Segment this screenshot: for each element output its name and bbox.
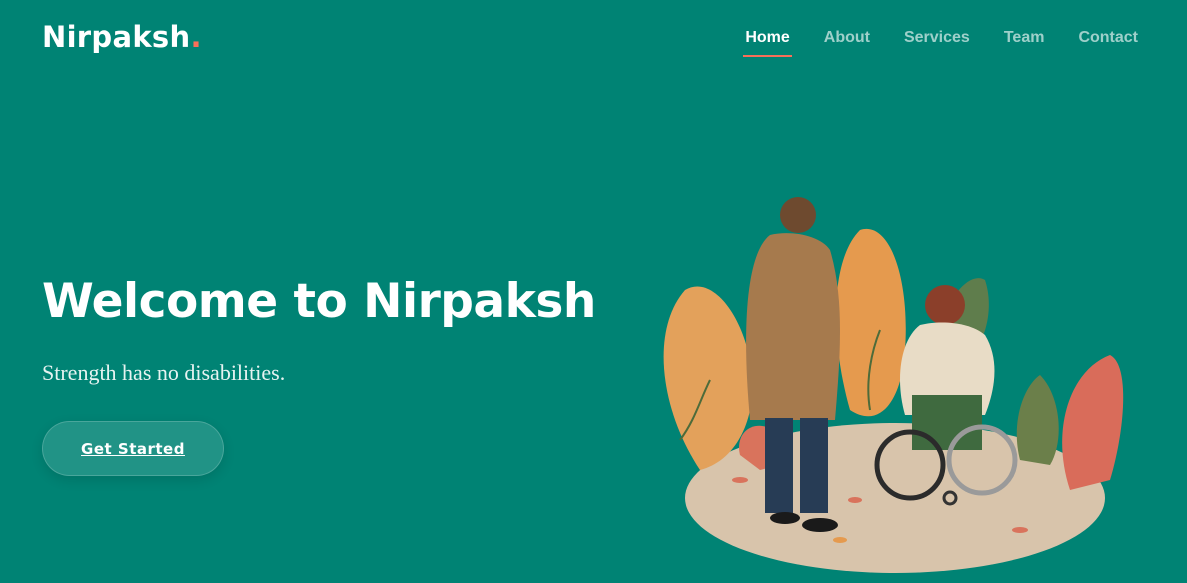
logo-dot: . bbox=[190, 20, 202, 54]
logo-text: Nirpaksh bbox=[42, 20, 191, 54]
fallen-leaf bbox=[732, 477, 748, 483]
red-leaf-right bbox=[1062, 355, 1124, 490]
get-started-button[interactable]: Get Started bbox=[42, 421, 224, 476]
fallen-leaf bbox=[833, 537, 847, 543]
fallen-leaf bbox=[848, 497, 862, 503]
nav-home[interactable]: Home bbox=[728, 28, 806, 57]
nav-about[interactable]: About bbox=[807, 28, 887, 48]
site-header: Nirpaksh. Home About Services Team Conta… bbox=[0, 0, 1187, 78]
man-shoe-right bbox=[802, 518, 838, 532]
orange-leaf-center bbox=[836, 228, 906, 417]
man-head bbox=[780, 197, 816, 233]
green-leaf-right bbox=[1016, 375, 1059, 465]
woman-head bbox=[925, 285, 965, 325]
hero-illustration bbox=[663, 197, 1124, 573]
hero-title: Welcome to Nirpaksh bbox=[42, 274, 596, 329]
man-coat bbox=[746, 233, 840, 420]
nav-services[interactable]: Services bbox=[887, 28, 987, 48]
logo[interactable]: Nirpaksh. bbox=[42, 20, 202, 54]
nav-team[interactable]: Team bbox=[987, 28, 1062, 48]
wheelchair-back bbox=[912, 395, 982, 450]
man-shoe-left bbox=[770, 512, 800, 524]
fallen-leaf bbox=[1012, 527, 1028, 533]
man-leg-left bbox=[765, 418, 793, 513]
nav-contact[interactable]: Contact bbox=[1061, 28, 1155, 48]
man-leg-right bbox=[800, 418, 828, 513]
main-nav: Home About Services Team Contact bbox=[728, 28, 1155, 57]
hero-subtitle: Strength has no disabilities. bbox=[42, 360, 286, 385]
orange-leaf-left bbox=[663, 286, 753, 470]
